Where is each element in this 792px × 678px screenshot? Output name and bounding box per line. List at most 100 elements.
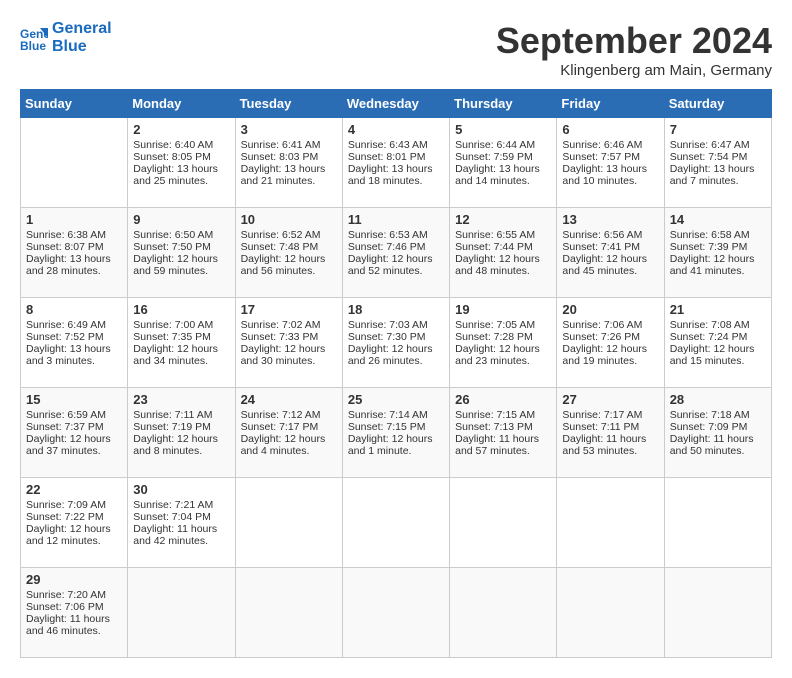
day-number: 30 bbox=[133, 482, 229, 497]
day-number: 1 bbox=[26, 212, 122, 227]
table-row: 11Sunrise: 6:53 AMSunset: 7:46 PMDayligh… bbox=[342, 208, 449, 298]
sunset-text: Sunset: 7:44 PM bbox=[455, 241, 533, 253]
table-row bbox=[21, 118, 128, 208]
logo-line1: General bbox=[52, 20, 112, 38]
title-block: September 2024 Klingenberg am Main, Germ… bbox=[496, 20, 772, 79]
sunrise-text: Sunrise: 6:44 AM bbox=[455, 139, 535, 151]
sunrise-text: Sunrise: 7:15 AM bbox=[455, 409, 535, 421]
calendar-week-row: 22Sunrise: 7:09 AMSunset: 7:22 PMDayligh… bbox=[21, 478, 772, 568]
table-row: 12Sunrise: 6:55 AMSunset: 7:44 PMDayligh… bbox=[450, 208, 557, 298]
table-row bbox=[128, 568, 235, 658]
daylight-text: Daylight: 12 hours and 26 minutes. bbox=[348, 343, 433, 367]
sunrise-text: Sunrise: 6:49 AM bbox=[26, 319, 106, 331]
day-number: 2 bbox=[133, 122, 229, 137]
daylight-text: Daylight: 11 hours and 53 minutes. bbox=[562, 433, 646, 457]
sunset-text: Sunset: 8:07 PM bbox=[26, 241, 104, 253]
sunset-text: Sunset: 8:01 PM bbox=[348, 151, 426, 163]
month-title: September 2024 bbox=[496, 20, 772, 62]
day-number: 6 bbox=[562, 122, 658, 137]
day-number: 17 bbox=[241, 302, 337, 317]
sunrise-text: Sunrise: 7:09 AM bbox=[26, 499, 106, 511]
daylight-text: Daylight: 11 hours and 57 minutes. bbox=[455, 433, 539, 457]
day-number: 23 bbox=[133, 392, 229, 407]
table-row: 16Sunrise: 7:00 AMSunset: 7:35 PMDayligh… bbox=[128, 298, 235, 388]
day-number: 14 bbox=[670, 212, 766, 227]
day-number: 25 bbox=[348, 392, 444, 407]
sunset-text: Sunset: 7:59 PM bbox=[455, 151, 533, 163]
day-number: 24 bbox=[241, 392, 337, 407]
day-number: 21 bbox=[670, 302, 766, 317]
table-row: 14 Sunrise: 6:58 AMSunset: 7:39 PMDayligh… bbox=[664, 208, 771, 298]
table-row: 2Sunrise: 6:40 AMSunset: 8:05 PMDaylight… bbox=[128, 118, 235, 208]
sunset-text: Sunset: 7:06 PM bbox=[26, 601, 104, 613]
daylight-text: Daylight: 11 hours and 42 minutes. bbox=[133, 523, 217, 547]
daylight-text: Daylight: 13 hours and 10 minutes. bbox=[562, 163, 647, 187]
daylight-text: Daylight: 13 hours and 18 minutes. bbox=[348, 163, 433, 187]
logo-line2: Blue bbox=[52, 38, 112, 56]
daylight-text: Daylight: 12 hours and 30 minutes. bbox=[241, 343, 326, 367]
table-row: 5Sunrise: 6:44 AMSunset: 7:59 PMDaylight… bbox=[450, 118, 557, 208]
daylight-text: Daylight: 12 hours and 12 minutes. bbox=[26, 523, 111, 547]
table-row: 8Sunrise: 6:49 AMSunset: 7:52 PMDaylight… bbox=[21, 298, 128, 388]
sunrise-text: Sunrise: 7:00 AM bbox=[133, 319, 213, 331]
table-row: 27 Sunrise: 7:17 AMSunset: 7:11 PMDayligh… bbox=[557, 388, 664, 478]
calendar-table: Sunday Monday Tuesday Wednesday Thursday… bbox=[20, 89, 772, 658]
daylight-text: Daylight: 12 hours and 48 minutes. bbox=[455, 253, 540, 277]
table-row bbox=[450, 478, 557, 568]
table-row bbox=[235, 478, 342, 568]
table-row: 13Sunrise: 6:56 AMSunset: 7:41 PMDayligh… bbox=[557, 208, 664, 298]
sunset-text: Sunset: 7:04 PM bbox=[133, 511, 211, 523]
sunrise-text: Sunrise: 7:17 AM bbox=[562, 409, 642, 421]
daylight-text: Daylight: 13 hours and 14 minutes. bbox=[455, 163, 540, 187]
sunrise-text: Sunrise: 6:56 AM bbox=[562, 229, 642, 241]
table-row bbox=[557, 568, 664, 658]
sunset-text: Sunset: 7:13 PM bbox=[455, 421, 533, 433]
weekday-header-row: Sunday Monday Tuesday Wednesday Thursday… bbox=[21, 90, 772, 118]
day-number: 18 bbox=[348, 302, 444, 317]
sunrise-text: Sunrise: 7:05 AM bbox=[455, 319, 535, 331]
sunrise-text: Sunrise: 6:43 AM bbox=[348, 139, 428, 151]
sunset-text: Sunset: 7:11 PM bbox=[562, 421, 639, 433]
daylight-text: Daylight: 13 hours and 28 minutes. bbox=[26, 253, 111, 277]
day-number: 7 bbox=[670, 122, 766, 137]
table-row: 26Sunrise: 7:15 AMSunset: 7:13 PMDayligh… bbox=[450, 388, 557, 478]
sunset-text: Sunset: 7:15 PM bbox=[348, 421, 426, 433]
day-number: 15 bbox=[26, 392, 122, 407]
daylight-text: Daylight: 12 hours and 56 minutes. bbox=[241, 253, 326, 277]
table-row bbox=[664, 478, 771, 568]
header-tuesday: Tuesday bbox=[235, 90, 342, 118]
sunrise-text: Sunrise: 7:12 AM bbox=[241, 409, 321, 421]
daylight-text: Daylight: 12 hours and 23 minutes. bbox=[455, 343, 540, 367]
sunset-text: Sunset: 7:26 PM bbox=[562, 331, 640, 343]
sunrise-text: Sunrise: 6:41 AM bbox=[241, 139, 321, 151]
table-row: 18Sunrise: 7:03 AMSunset: 7:30 PMDayligh… bbox=[342, 298, 449, 388]
header-saturday: Saturday bbox=[664, 90, 771, 118]
table-row bbox=[450, 568, 557, 658]
header-monday: Monday bbox=[128, 90, 235, 118]
sunrise-text: Sunrise: 6:58 AM bbox=[670, 229, 750, 241]
logo-icon: General Blue bbox=[20, 24, 48, 52]
daylight-text: Daylight: 12 hours and 4 minutes. bbox=[241, 433, 326, 457]
daylight-text: Daylight: 12 hours and 52 minutes. bbox=[348, 253, 433, 277]
daylight-text: Daylight: 12 hours and 34 minutes. bbox=[133, 343, 218, 367]
table-row: 17Sunrise: 7:02 AMSunset: 7:33 PMDayligh… bbox=[235, 298, 342, 388]
table-row: 9Sunrise: 6:50 AMSunset: 7:50 PMDaylight… bbox=[128, 208, 235, 298]
daylight-text: Daylight: 12 hours and 41 minutes. bbox=[670, 253, 755, 277]
daylight-text: Daylight: 12 hours and 8 minutes. bbox=[133, 433, 218, 457]
daylight-text: Daylight: 11 hours and 46 minutes. bbox=[26, 613, 110, 637]
day-number: 27 bbox=[562, 392, 658, 407]
sunrise-text: Sunrise: 7:18 AM bbox=[670, 409, 750, 421]
sunrise-text: Sunrise: 7:21 AM bbox=[133, 499, 213, 511]
day-number: 9 bbox=[133, 212, 229, 227]
logo: General Blue General Blue bbox=[20, 20, 112, 55]
table-row: 21Sunrise: 7:08 AMSunset: 7:24 PMDayligh… bbox=[664, 298, 771, 388]
table-row bbox=[557, 478, 664, 568]
sunrise-text: Sunrise: 7:11 AM bbox=[133, 409, 212, 421]
sunset-text: Sunset: 7:52 PM bbox=[26, 331, 104, 343]
day-number: 8 bbox=[26, 302, 122, 317]
sunset-text: Sunset: 7:39 PM bbox=[670, 241, 748, 253]
sunset-text: Sunset: 7:57 PM bbox=[562, 151, 640, 163]
calendar-week-row: 1Sunrise: 6:38 AMSunset: 8:07 PMDaylight… bbox=[21, 208, 772, 298]
day-number: 3 bbox=[241, 122, 337, 137]
table-row: 7Sunrise: 6:47 AMSunset: 7:54 PMDaylight… bbox=[664, 118, 771, 208]
